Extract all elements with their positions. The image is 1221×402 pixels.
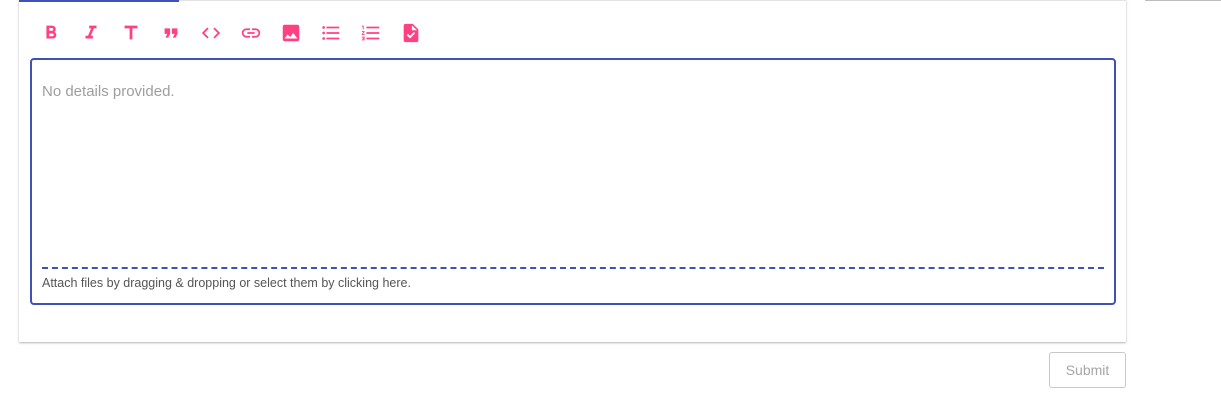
quote-button[interactable] (159, 21, 183, 45)
task-list-button[interactable] (399, 21, 423, 45)
editor-textarea[interactable]: No details provided. Attach files by dra… (30, 58, 1116, 305)
italic-button[interactable] (79, 21, 103, 45)
image-button[interactable] (279, 21, 303, 45)
editor-card: No details provided. Attach files by dra… (19, 0, 1126, 342)
dropzone-divider (42, 267, 1104, 269)
code-icon (201, 27, 221, 39)
page: No details provided. Attach files by dra… (0, 0, 1221, 402)
unordered-list-button[interactable] (319, 21, 343, 45)
submit-button[interactable]: Submit (1049, 352, 1126, 388)
numbered-list-icon (361, 25, 380, 41)
italic-icon (85, 25, 97, 39)
bulleted-list-icon (322, 26, 340, 40)
code-button[interactable] (199, 21, 223, 45)
link-icon (241, 28, 261, 38)
ordered-list-button[interactable] (359, 21, 383, 45)
checklist-document-icon (403, 23, 419, 43)
header-icon (124, 25, 138, 40)
editor-content: No details provided. (42, 83, 175, 100)
bold-icon (46, 25, 57, 39)
card-top-border (19, 0, 1126, 1)
active-tab-indicator (19, 0, 179, 2)
link-button[interactable] (239, 21, 263, 45)
image-icon (282, 24, 300, 42)
bold-button[interactable] (39, 21, 63, 45)
quote-icon (164, 28, 178, 38)
top-right-divider (1145, 0, 1221, 1)
header-button[interactable] (119, 21, 143, 45)
file-attach-dropzone[interactable]: Attach files by dragging & dropping or s… (42, 276, 411, 290)
editor-toolbar (39, 21, 439, 45)
